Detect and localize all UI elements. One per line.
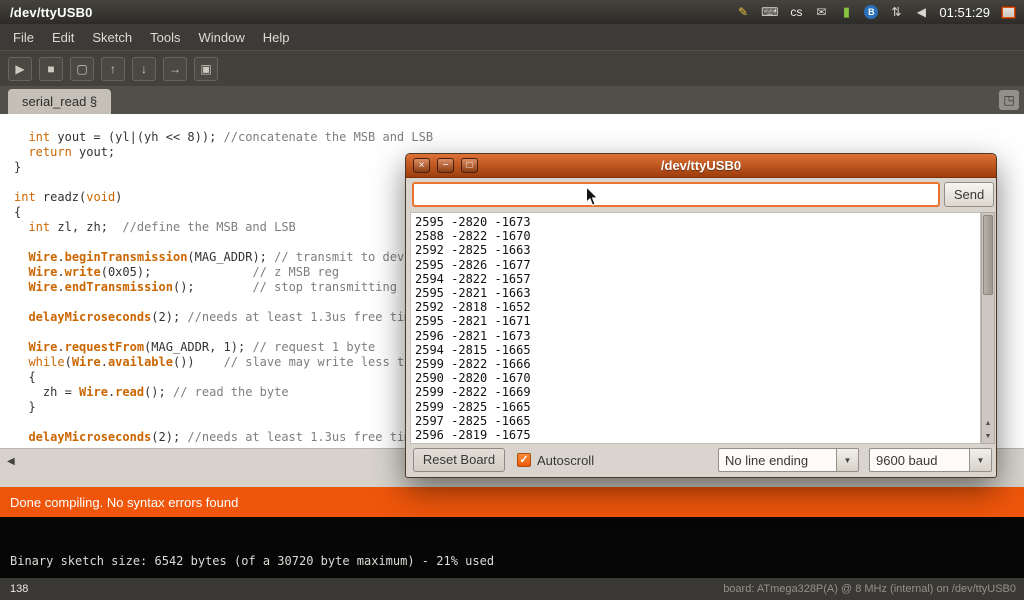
send-button[interactable]: Send <box>944 182 994 207</box>
new-sketch-icon: ▢ <box>76 62 87 76</box>
serial-line: 2595 -2821 -1671 <box>415 314 980 328</box>
reset-board-button[interactable]: Reset Board <box>413 448 505 472</box>
chevron-down-icon[interactable]: ▼ <box>969 449 991 471</box>
serial-send-input[interactable] <box>412 182 940 207</box>
serial-line: 2594 -2822 -1657 <box>415 272 980 286</box>
menu-item-help[interactable]: Help <box>254 26 299 49</box>
upload-icon: → <box>169 62 181 76</box>
scroll-down-icon[interactable]: ▼ <box>982 430 994 443</box>
menu-item-window[interactable]: Window <box>189 26 253 49</box>
serial-line: 2588 -2822 -1670 <box>415 229 980 243</box>
stop-icon: ■ <box>47 62 54 76</box>
system-tray: ✎ ⌨ cs ✉ ▮ B ⇅ ◀ 01:51:29 <box>736 5 1016 20</box>
serial-output[interactable]: 2595 -2820 -16732588 -2822 -16702592 -28… <box>410 212 981 444</box>
baud-rate-value: 9600 baud <box>870 453 969 468</box>
autoscroll-label: Autoscroll <box>537 453 594 468</box>
serial-monitor-button[interactable]: ▣ <box>194 57 218 81</box>
code-line: int yout = (yl|(yh << 8)); //concatenate… <box>14 130 1024 145</box>
serial-line: 2599 -2822 -1669 <box>415 385 980 399</box>
hscroll-left-icon[interactable]: ◀ <box>7 456 15 467</box>
autoscroll-checkbox[interactable]: ✓ <box>517 453 531 467</box>
scrollbar-thumb[interactable] <box>983 215 993 295</box>
window-minimize-button[interactable]: − <box>437 158 454 173</box>
minimize-icon: − <box>443 160 449 171</box>
stop-button[interactable]: ■ <box>39 57 63 81</box>
keyboard-layout-indicator[interactable]: cs <box>789 5 803 20</box>
network-icon[interactable]: ⇅ <box>889 5 903 20</box>
notes-icon[interactable]: ✎ <box>736 5 750 20</box>
menu-item-sketch[interactable]: Sketch <box>83 26 141 49</box>
menu-item-file[interactable]: File <box>4 26 43 49</box>
scroll-up-icon[interactable]: ▲ <box>982 417 994 430</box>
serial-scrollbar[interactable]: ▲ ▼ <box>981 212 995 444</box>
menu-item-edit[interactable]: Edit <box>43 26 83 49</box>
line-ending-value: No line ending <box>719 453 836 468</box>
save-button[interactable]: ↓ <box>132 57 156 81</box>
window-maximize-button[interactable]: □ <box>461 158 478 173</box>
console-line: Binary sketch size: 6542 bytes (of a 307… <box>10 554 494 568</box>
menu-bar: FileEditSketchToolsWindowHelp <box>0 24 1024 50</box>
serial-window-title: /dev/ttyUSB0 <box>406 158 996 173</box>
upload-button[interactable]: → <box>163 57 187 81</box>
console-output: Binary sketch size: 6542 bytes (of a 307… <box>0 517 1024 578</box>
toolbar: ▶ ■ ▢ ↑ ↓ → ▣ <box>0 50 1024 86</box>
serial-monitor-icon: ▣ <box>200 62 211 76</box>
serial-line: 2596 -2821 -1673 <box>415 329 980 343</box>
verify-icon: ▶ <box>15 62 24 76</box>
editor-split-button[interactable]: ◳ <box>999 90 1019 110</box>
tab-bar: serial_read § ◳ <box>0 86 1024 114</box>
serial-line: 2599 -2822 -1666 <box>415 357 980 371</box>
tab-serial-read[interactable]: serial_read § <box>8 89 111 114</box>
serial-line: 2590 -2820 -1670 <box>415 371 980 385</box>
serial-monitor-window: /dev/ttyUSB0 × − □ Send 2595 -2820 -1673… <box>405 153 997 478</box>
save-icon: ↓ <box>141 62 147 76</box>
close-icon: × <box>419 160 425 171</box>
mail-icon[interactable]: ✉ <box>814 5 828 20</box>
serial-line: 2595 -2821 -1663 <box>415 286 980 300</box>
serial-line: 2595 -2820 -1673 <box>415 215 980 229</box>
open-icon: ↑ <box>110 62 116 76</box>
serial-line: 2595 -2826 -1677 <box>415 258 980 272</box>
serial-line: 2597 -2825 -1665 <box>415 414 980 428</box>
chevron-down-icon[interactable]: ▼ <box>836 449 858 471</box>
line-ending-dropdown[interactable]: No line ending ▼ <box>718 448 859 472</box>
baud-rate-dropdown[interactable]: 9600 baud ▼ <box>869 448 992 472</box>
verify-button[interactable]: ▶ <box>8 57 32 81</box>
open-button[interactable]: ↑ <box>101 57 125 81</box>
clock[interactable]: 01:51:29 <box>939 5 990 20</box>
volume-icon[interactable]: ◀ <box>914 5 928 20</box>
battery-icon[interactable]: ▮ <box>839 5 853 20</box>
compile-status-bar: Done compiling. No syntax errors found <box>0 487 1024 517</box>
board-info: board: ATmega328P(A) @ 8 MHz (internal) … <box>723 583 1016 595</box>
serial-window-titlebar[interactable]: /dev/ttyUSB0 × − □ <box>406 154 996 178</box>
session-menu-icon[interactable] <box>1001 6 1016 19</box>
ide-footer: 138 board: ATmega328P(A) @ 8 MHz (intern… <box>0 578 1024 600</box>
serial-line: 2594 -2815 -1665 <box>415 343 980 357</box>
keyboard-icon[interactable]: ⌨ <box>761 5 778 20</box>
tray-icons: ✎ ⌨ cs ✉ ▮ B ⇅ ◀ <box>736 5 928 20</box>
maximize-icon: □ <box>466 160 472 171</box>
menu-item-tools[interactable]: Tools <box>141 26 189 49</box>
serial-line: 2599 -2825 -1665 <box>415 400 980 414</box>
line-number-indicator: 138 <box>10 583 28 595</box>
window-close-button[interactable]: × <box>413 158 430 173</box>
split-editor-icon: ◳ <box>1003 93 1014 107</box>
serial-line: 2592 -2825 -1663 <box>415 243 980 257</box>
bluetooth-icon[interactable]: B <box>864 5 878 19</box>
serial-line: 2596 -2819 -1675 <box>415 428 980 442</box>
compile-status-text: Done compiling. No syntax errors found <box>10 495 238 510</box>
top-panel: /dev/ttyUSB0 ✎ ⌨ cs ✉ ▮ B ⇅ ◀ 01:51:29 <box>0 0 1024 24</box>
active-window-title: /dev/ttyUSB0 <box>10 5 93 20</box>
serial-line: 2592 -2818 -1652 <box>415 300 980 314</box>
new-sketch-button[interactable]: ▢ <box>70 57 94 81</box>
